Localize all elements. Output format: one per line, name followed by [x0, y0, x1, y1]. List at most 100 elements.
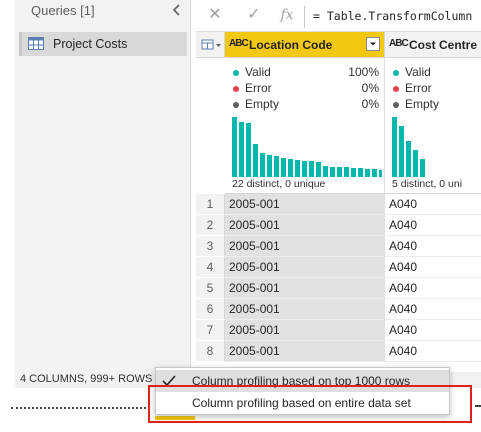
error-label: Error	[245, 81, 272, 95]
collapse-pane-button[interactable]	[170, 2, 184, 18]
value-distribution-chart[interactable]	[232, 117, 382, 177]
menu-item-top-1000-rows[interactable]: Column profiling based on top 1000 rows	[156, 370, 449, 392]
cell-location-code[interactable]: 2005-001	[225, 320, 385, 341]
cell-location-code[interactable]: 2005-001	[225, 341, 385, 362]
row-number[interactable]: 6	[196, 299, 225, 320]
confirm-formula-button[interactable]: ✓	[245, 6, 263, 24]
cell-cost-centre[interactable]: A040	[385, 299, 481, 320]
valid-dot-icon	[233, 70, 239, 76]
row-number[interactable]: 8	[196, 341, 225, 362]
queries-header: Queries [1]	[31, 3, 95, 18]
dotted-divider	[11, 407, 146, 409]
formula-divider	[304, 6, 305, 28]
cell-location-code[interactable]: 2005-001	[225, 236, 385, 257]
empty-label: Empty	[245, 97, 280, 111]
cell-cost-centre[interactable]: A040	[385, 341, 481, 362]
distribution-bar[interactable]	[420, 159, 425, 177]
column-header-cost-centre[interactable]: ABC Cost Centre	[385, 32, 481, 58]
error-dot-icon	[233, 86, 239, 92]
valid-percent: 100%	[348, 65, 379, 79]
query-item-project-costs[interactable]: Project Costs	[19, 32, 187, 56]
distribution-bar[interactable]	[372, 169, 377, 177]
row-number[interactable]: 2	[196, 215, 225, 236]
column-header-location-code[interactable]: ABC Location Code	[225, 32, 385, 58]
distribution-bar[interactable]	[358, 168, 363, 177]
empty-dot-icon	[233, 102, 239, 108]
distribution-bar[interactable]	[316, 162, 321, 177]
formula-bar: ✕ ✓ fx = Table.TransformColumn	[196, 0, 481, 32]
error-label: Error	[405, 81, 432, 95]
insert-function-button[interactable]: fx	[278, 6, 296, 24]
column-row-count: 4 COLUMNS, 999+ ROWS	[20, 373, 153, 385]
distribution-bar[interactable]	[323, 166, 328, 177]
cell-cost-centre[interactable]: A040	[385, 320, 481, 341]
row-number[interactable]: 1	[196, 194, 225, 215]
menu-item-entire-data-set[interactable]: Column profiling based on entire data se…	[156, 392, 449, 414]
cell-location-code[interactable]: 2005-001	[225, 299, 385, 320]
column-profile-location-code: Valid 100% Error 0% Empty 0% 22 distinct…	[225, 58, 385, 194]
profile-error-row: Error	[393, 81, 481, 97]
row-number[interactable]: 3	[196, 236, 225, 257]
distribution-bar[interactable]	[274, 156, 279, 177]
distribution-bar[interactable]	[232, 117, 237, 177]
table-menu-button[interactable]	[196, 32, 225, 58]
queries-pane: Queries [1] Project Costs	[15, 0, 191, 372]
row-number[interactable]: 7	[196, 320, 225, 341]
empty-label: Empty	[405, 97, 440, 111]
distribution-bar[interactable]	[399, 126, 404, 177]
menu-item-label: Column profiling based on top 1000 rows	[192, 374, 411, 388]
column-profile-cost-centre: Valid Error Empty 5 distinct, 0 uni	[385, 58, 481, 194]
cell-location-code[interactable]: 2005-001	[225, 278, 385, 299]
distribution-bar[interactable]	[337, 167, 342, 177]
table-menu-icon	[201, 39, 221, 50]
distribution-bar[interactable]	[267, 155, 272, 177]
profile-valid-row: Valid 100%	[233, 65, 379, 81]
distribution-bar[interactable]	[365, 169, 370, 177]
valid-label: Valid	[405, 65, 431, 79]
text-type-icon[interactable]: ABC	[229, 38, 249, 49]
cell-location-code[interactable]: 2005-001	[225, 257, 385, 278]
value-distribution-chart[interactable]	[392, 117, 481, 177]
formula-input[interactable]: = Table.TransformColumn	[313, 9, 472, 23]
cell-cost-centre[interactable]: A040	[385, 215, 481, 236]
cell-cost-centre[interactable]: A040	[385, 278, 481, 299]
distinct-count: 5 distinct, 0 uni	[392, 178, 463, 190]
column-filter-button[interactable]	[366, 37, 380, 51]
distribution-bar[interactable]	[260, 153, 265, 177]
distribution-bar[interactable]	[246, 123, 251, 177]
cell-cost-centre[interactable]: A040	[385, 194, 481, 215]
error-dot-icon	[393, 86, 399, 92]
distribution-bar[interactable]	[406, 141, 411, 177]
distribution-bar[interactable]	[295, 160, 300, 177]
cell-location-code[interactable]: 2005-001	[225, 215, 385, 236]
cell-cost-centre[interactable]: A040	[385, 257, 481, 278]
distribution-bar[interactable]	[239, 122, 244, 177]
text-type-icon[interactable]: ABC	[389, 38, 409, 49]
distribution-bar[interactable]	[281, 158, 286, 177]
distribution-bar[interactable]	[309, 161, 314, 177]
cancel-formula-button[interactable]: ✕	[206, 6, 224, 24]
data-grid: ABC Location Code ABC Cost Centre Valid …	[196, 32, 481, 372]
distribution-bar[interactable]	[288, 159, 293, 177]
row-number[interactable]: 4	[196, 257, 225, 278]
profiling-context-menu: Column profiling based on top 1000 rows …	[155, 367, 450, 415]
row-number[interactable]: 5	[196, 278, 225, 299]
cell-location-code[interactable]: 2005-001	[225, 194, 385, 215]
distribution-bar[interactable]	[379, 170, 382, 177]
table-icon	[28, 37, 44, 50]
distribution-bar[interactable]	[413, 150, 418, 177]
divider-mark	[475, 405, 481, 407]
distribution-bar[interactable]	[330, 167, 335, 177]
empty-percent: 0%	[361, 97, 379, 111]
cell-cost-centre[interactable]: A040	[385, 236, 481, 257]
distribution-bar[interactable]	[392, 117, 397, 177]
distribution-bar[interactable]	[253, 144, 258, 177]
distribution-bar[interactable]	[302, 161, 307, 177]
column-title: Location Code	[249, 38, 333, 52]
distribution-bar[interactable]	[351, 168, 356, 177]
distribution-bar[interactable]	[344, 167, 349, 177]
profile-empty-row: Empty	[393, 97, 481, 113]
error-percent: 0%	[361, 81, 379, 95]
valid-label: Valid	[245, 65, 271, 79]
menu-item-label: Column profiling based on entire data se…	[192, 396, 411, 410]
